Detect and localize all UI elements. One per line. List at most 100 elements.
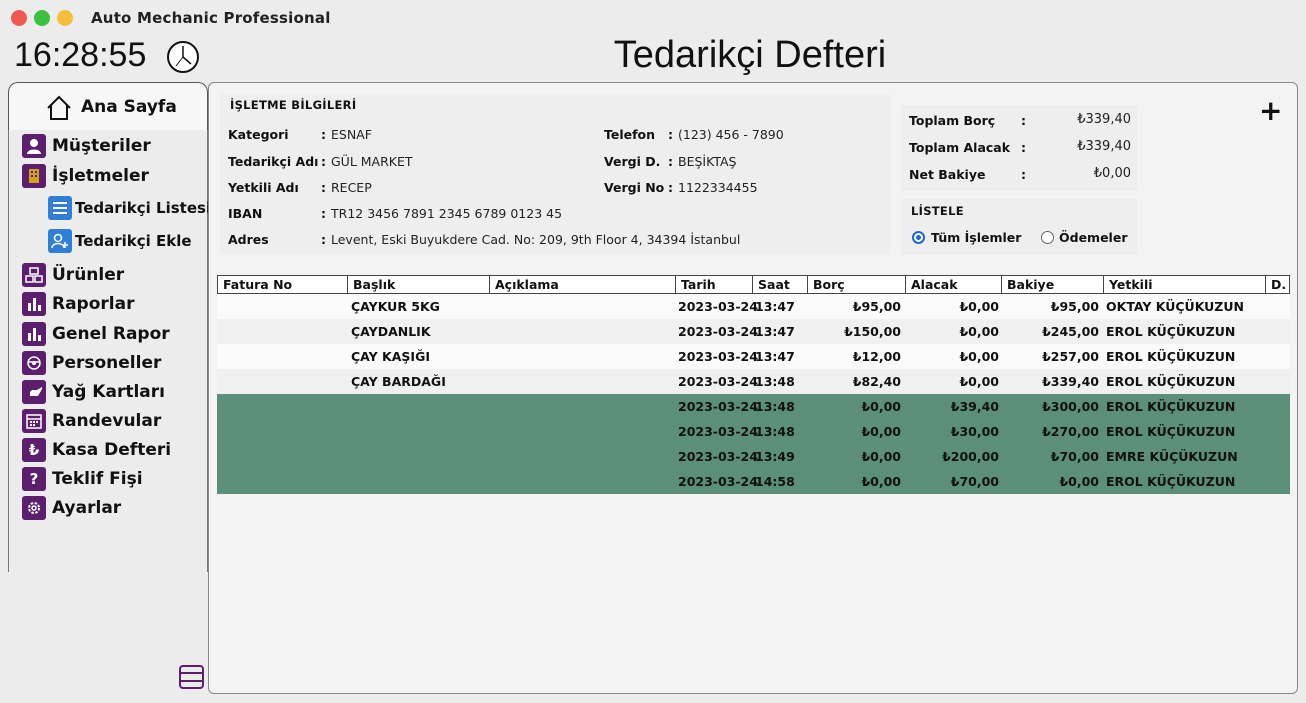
transactions-table: Fatura No Başlık Açıklama Tarih Saat Bor…: [217, 275, 1290, 494]
table-row[interactable]: 2023-03-24 13:49 ₺0,00 ₺200,00 ₺70,00 EMRE KÜ…: [217, 444, 1290, 469]
home-icon: [47, 95, 71, 120]
nav-kasa-defteri[interactable]: ₺ Kasa Defteri: [22, 437, 171, 463]
info-colon: :: [321, 232, 326, 247]
title-bar: Auto Mechanic Professional: [0, 0, 1306, 36]
nav-label: Kasa Defteri: [52, 440, 172, 460]
table-row[interactable]: ÇAYKUR 5KG 2023-03-24 13:47 ₺95,00 ₺0,00 ₺95,…: [217, 294, 1290, 319]
info-colon: :: [321, 154, 326, 169]
col-saat[interactable]: Saat: [753, 276, 808, 293]
nav-raporlar[interactable]: Raporlar: [22, 291, 134, 317]
nav-urunler[interactable]: Ürünler: [22, 262, 124, 288]
cell-bakiye: ₺70,00: [1050, 449, 1099, 464]
total-value: ₺0,00: [1093, 166, 1131, 181]
info-label: IBAN: [228, 206, 263, 221]
table-row[interactable]: ÇAYDANLIK 2023-03-24 13:47 ₺150,00 ₺0,00 ₺245…: [217, 319, 1290, 344]
cell-tarih: 2023-03-24: [678, 449, 758, 464]
cell-yetkili: EROL KÜÇÜKUZUN: [1106, 324, 1236, 339]
nav-musteriler[interactable]: Müşteriler: [22, 133, 151, 159]
hamburger-menu-icon[interactable]: [179, 665, 204, 689]
col-yetkili[interactable]: Yetkili: [1104, 276, 1266, 293]
col-tarih[interactable]: Tarih: [676, 276, 753, 293]
nav-ayarlar[interactable]: Ayarlar: [22, 495, 121, 521]
cell-yetkili: OKTAY KÜÇÜKUZUN: [1106, 299, 1244, 314]
col-d[interactable]: D.: [1266, 276, 1289, 293]
col-fatura-no[interactable]: Fatura No: [218, 276, 348, 293]
nav-tedarikci-listesi[interactable]: Tedarikçi Listesi: [48, 195, 211, 221]
clock-icon: [167, 41, 199, 73]
cell-alacak: ₺70,00: [950, 474, 999, 489]
app-title: Auto Mechanic Professional: [91, 9, 331, 27]
bar-chart-icon: [22, 322, 46, 346]
radio-label[interactable]: Ödemeler: [1059, 230, 1127, 245]
nav-label: Ayarlar: [52, 498, 122, 518]
list-icon: [48, 196, 72, 220]
cell-bakiye: ₺270,00: [1042, 424, 1099, 439]
col-alacak[interactable]: Alacak: [906, 276, 1002, 293]
info-colon: :: [321, 206, 326, 221]
col-aciklama[interactable]: Açıklama: [490, 276, 676, 293]
subnav-label: Tedarikçi Listesi: [75, 199, 212, 217]
home-label: Ana Sayfa: [81, 97, 177, 117]
cell-alacak: ₺200,00: [942, 449, 999, 464]
nav-isletmeler[interactable]: İşletmeler: [22, 163, 149, 189]
nav-randevular[interactable]: Randevular: [22, 408, 161, 434]
info-label: Adres: [228, 232, 269, 247]
lira-icon: ₺: [22, 438, 46, 462]
cell-aciklama: [493, 469, 673, 494]
nav-yag-kartlari[interactable]: Yağ Kartları: [22, 379, 165, 405]
table-row[interactable]: 2023-03-24 13:48 ₺0,00 ₺39,40 ₺300,00 EROL KÜ…: [217, 394, 1290, 419]
cell-aciklama: [493, 319, 673, 344]
nav-personeller[interactable]: Personeller: [22, 350, 161, 376]
table-row[interactable]: 2023-03-24 13:48 ₺0,00 ₺30,00 ₺270,00 EROL KÜ…: [217, 419, 1290, 444]
minimize-window-button[interactable]: [57, 10, 73, 26]
table-row[interactable]: ÇAY BARDAĞI 2023-03-24 13:48 ₺82,40 ₺0,00 ₺33…: [217, 369, 1290, 394]
info-label: Vergi No: [604, 180, 665, 195]
cell-saat: 14:58: [755, 474, 795, 489]
add-button[interactable]: +: [1259, 97, 1282, 125]
nav-label: Ürünler: [52, 265, 125, 285]
radio-payments[interactable]: [1041, 231, 1054, 244]
info-colon: :: [321, 180, 326, 195]
total-colon: :: [1021, 167, 1026, 182]
cell-alacak: ₺30,00: [950, 424, 999, 439]
cell-saat: 13:47: [755, 299, 795, 314]
nav-tedarikci-ekle[interactable]: Tedarikçi Ekle: [48, 228, 192, 254]
info-value: 1122334455: [678, 180, 758, 195]
main-panel: İŞLETME BİLGİLERİ Kategori : ESNAF Tedar…: [208, 82, 1298, 694]
cell-saat: 13:48: [755, 374, 795, 389]
col-borc[interactable]: Borç: [808, 276, 906, 293]
cell-aciklama: [493, 369, 673, 394]
table-row[interactable]: ÇAY KAŞIĞI 2023-03-24 13:47 ₺12,00 ₺0,00 ₺257…: [217, 344, 1290, 369]
page-title: Tedarikçi Defteri: [613, 34, 887, 76]
totals-box: Toplam Borç : ₺339,40 Toplam Alacak : ₺3…: [901, 105, 1137, 191]
nav-teklif-fisi[interactable]: ? Teklif Fişi: [22, 466, 143, 492]
nav-genel-rapor[interactable]: Genel Rapor: [22, 321, 170, 347]
radio-label[interactable]: Tüm İşlemler: [931, 230, 1021, 245]
cell-bakiye: ₺245,00: [1042, 324, 1099, 339]
table-row[interactable]: 2023-03-24 14:58 ₺0,00 ₺70,00 ₺0,00 EROL KÜÇÜ…: [217, 469, 1290, 494]
cell-borc: ₺0,00: [861, 399, 901, 414]
info-value: BEŞİKTAŞ: [678, 154, 737, 169]
cell-borc: ₺0,00: [861, 424, 901, 439]
info-label: Tedarikçi Adı: [228, 154, 319, 169]
maximize-window-button[interactable]: [34, 10, 50, 26]
cell-alacak: ₺0,00: [959, 374, 999, 389]
home-button[interactable]: Ana Sayfa: [8, 82, 208, 130]
radio-all-transactions[interactable]: [912, 231, 925, 244]
cell-baslik: [351, 394, 487, 419]
info-value: (123) 456 - 7890: [678, 127, 784, 142]
info-value: ESNAF: [331, 127, 372, 142]
cell-fatura: [222, 444, 342, 469]
business-info-box: İŞLETME BİLGİLERİ Kategori : ESNAF Tedar…: [220, 94, 890, 254]
cell-yetkili: EROL KÜÇÜKUZUN: [1106, 399, 1236, 414]
cell-baslik: ÇAYKUR 5KG: [351, 299, 440, 314]
info-colon: :: [668, 180, 673, 195]
section-title: İŞLETME BİLGİLERİ: [230, 98, 357, 112]
close-window-button[interactable]: [11, 10, 27, 26]
cell-alacak: ₺0,00: [959, 349, 999, 364]
col-baslik[interactable]: Başlık: [348, 276, 490, 293]
cell-baslik: [351, 444, 487, 469]
cell-saat: 13:48: [755, 399, 795, 414]
col-bakiye[interactable]: Bakiye: [1002, 276, 1104, 293]
info-colon: :: [668, 154, 673, 169]
